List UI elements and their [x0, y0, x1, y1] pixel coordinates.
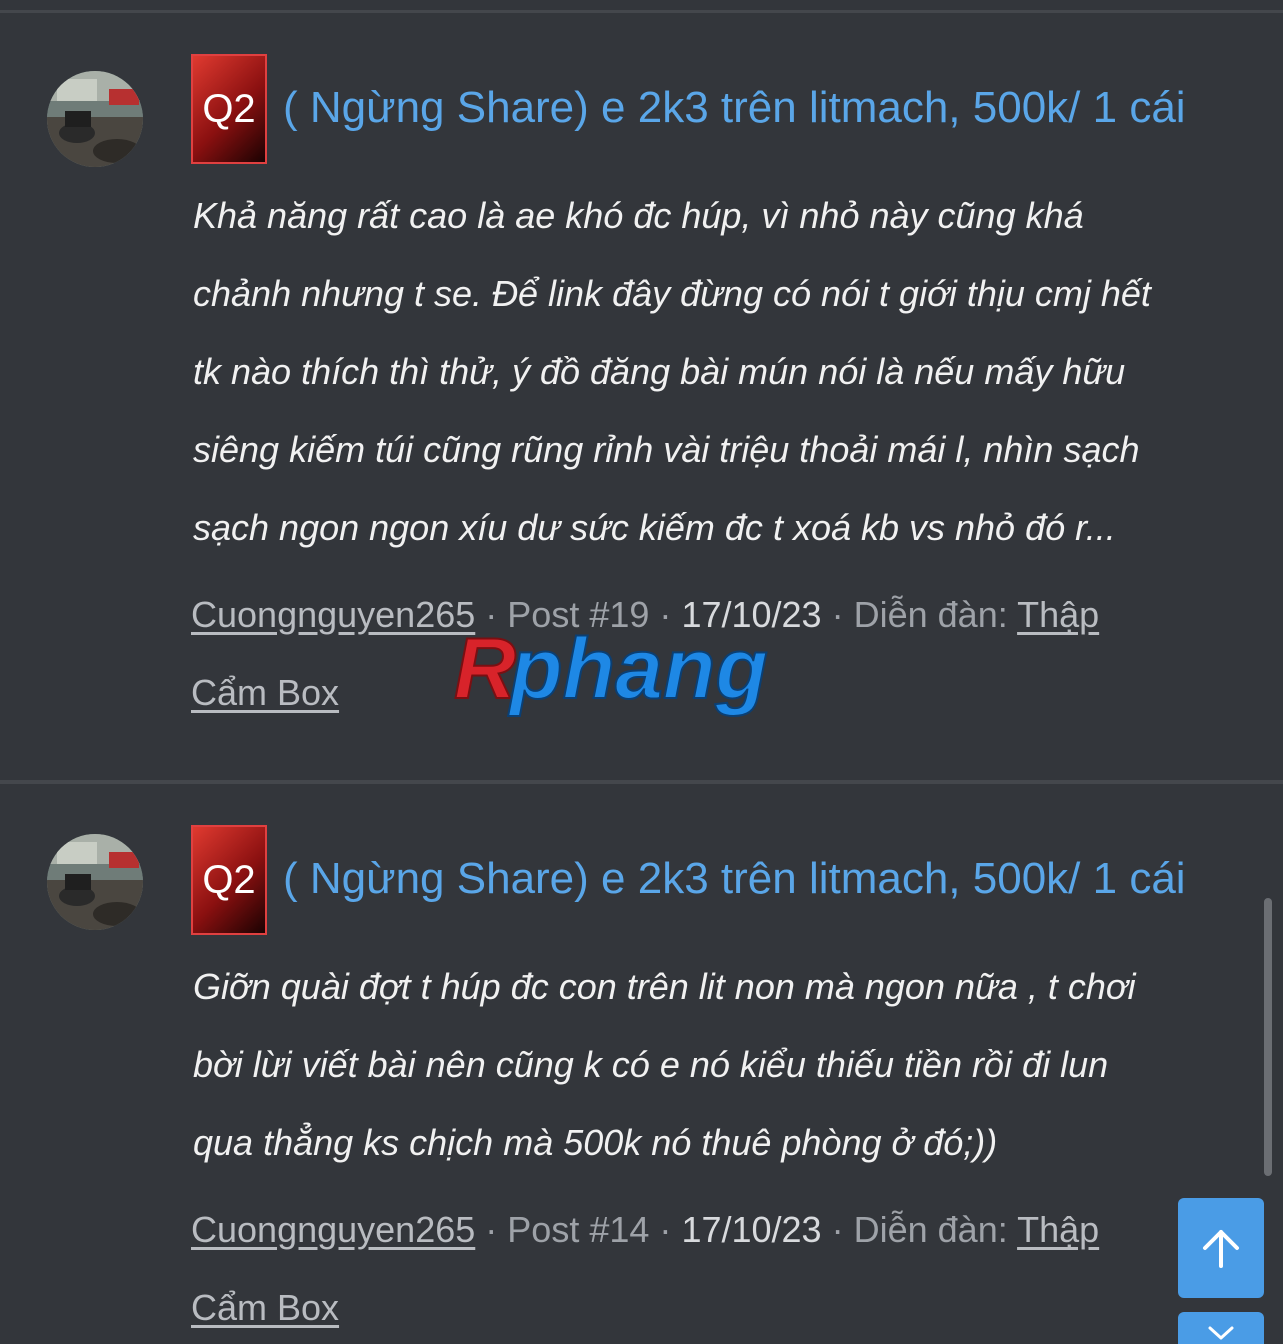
scrollbar[interactable]	[1264, 898, 1272, 1176]
meta-line: Cuongnguyen265 · Post #19 · 17/10/23 · D…	[191, 576, 1191, 654]
scroll-to-top-button[interactable]	[1178, 1198, 1264, 1298]
avatar-photo-icon	[47, 834, 143, 930]
author-link[interactable]: Cuongnguyen265	[191, 1209, 475, 1250]
search-result: Q2 ( Ngừng Share) e 2k3 trên litmach, 50…	[0, 785, 1283, 1344]
divider	[0, 10, 1283, 13]
post-snippet: Khả năng rất cao là ae khó đc húp, vì nh…	[193, 177, 1243, 567]
avatar[interactable]	[47, 71, 143, 167]
search-result: Q2 ( Ngừng Share) e 2k3 trên litmach, 50…	[0, 14, 1283, 780]
forum-label: Diễn đàn:	[853, 1209, 1008, 1250]
prefix-badge[interactable]: Q2	[191, 54, 267, 164]
post-meta: Cuongnguyen265 · Post #19 · 17/10/23 · D…	[191, 576, 1191, 732]
thread-title-link[interactable]: ( Ngừng Share) e 2k3 trên litmach, 500k/…	[283, 854, 1186, 904]
snippet-line: Giỡn quài đợt t húp đc con trên lit non …	[193, 966, 1136, 1007]
meta-separator: ·	[485, 1209, 498, 1250]
forum-link-continued[interactable]: Cẩm Box	[191, 672, 339, 713]
post-number: Post #19	[507, 594, 650, 635]
avatar[interactable]	[47, 834, 143, 930]
forum-link[interactable]: Thập	[1017, 1209, 1099, 1250]
snippet-line: Khả năng rất cao là ae khó đc húp, vì nh…	[193, 195, 1084, 236]
snippet-line: bời lừi viết bài nên cũng k có e nó kiểu…	[193, 1044, 1109, 1085]
forum-label: Diễn đàn:	[853, 594, 1008, 635]
meta-separator: ·	[659, 594, 672, 635]
snippet-line: sạch ngon ngon xíu dư sức kiếm đc t xoá …	[193, 507, 1116, 548]
divider	[0, 780, 1283, 784]
thread-title-link[interactable]: ( Ngừng Share) e 2k3 trên litmach, 500k/…	[283, 83, 1186, 133]
scroll-to-bottom-button[interactable]	[1178, 1312, 1264, 1344]
meta-separator: ·	[659, 1209, 672, 1250]
meta-line: Cẩm Box	[191, 654, 1191, 732]
meta-line: Cuongnguyen265 · Post #14 · 17/10/23 · D…	[191, 1191, 1191, 1269]
prefix-badge[interactable]: Q2	[191, 825, 267, 935]
post-meta: Cuongnguyen265 · Post #14 · 17/10/23 · D…	[191, 1191, 1191, 1344]
post-snippet: Giỡn quài đợt t húp đc con trên lit non …	[193, 948, 1243, 1182]
snippet-line: chảnh nhưng t se. Để link đây đừng có nó…	[193, 273, 1151, 314]
meta-line: Cẩm Box	[191, 1269, 1191, 1344]
post-date: 17/10/23	[681, 1209, 822, 1250]
post-date: 17/10/23	[681, 594, 822, 635]
forum-link[interactable]: Thập	[1017, 594, 1099, 635]
snippet-line: tk nào thích thì thử, ý đồ đăng bài mún …	[193, 351, 1126, 392]
meta-separator: ·	[831, 594, 844, 635]
meta-separator: ·	[485, 594, 498, 635]
post-number: Post #14	[507, 1209, 650, 1250]
arrow-down-icon	[1208, 1326, 1234, 1340]
meta-separator: ·	[831, 1209, 844, 1250]
author-link[interactable]: Cuongnguyen265	[191, 594, 475, 635]
avatar-photo-icon	[47, 71, 143, 167]
snippet-line: siêng kiếm túi cũng rũng rỉnh vài triệu …	[193, 429, 1140, 470]
snippet-line: qua thẳng ks chịch mà 500k nó thuê phòng…	[193, 1122, 998, 1163]
forum-link-continued[interactable]: Cẩm Box	[191, 1287, 339, 1328]
arrow-up-icon	[1203, 1230, 1239, 1268]
search-results-page: Q2 ( Ngừng Share) e 2k3 trên litmach, 50…	[0, 0, 1283, 1344]
